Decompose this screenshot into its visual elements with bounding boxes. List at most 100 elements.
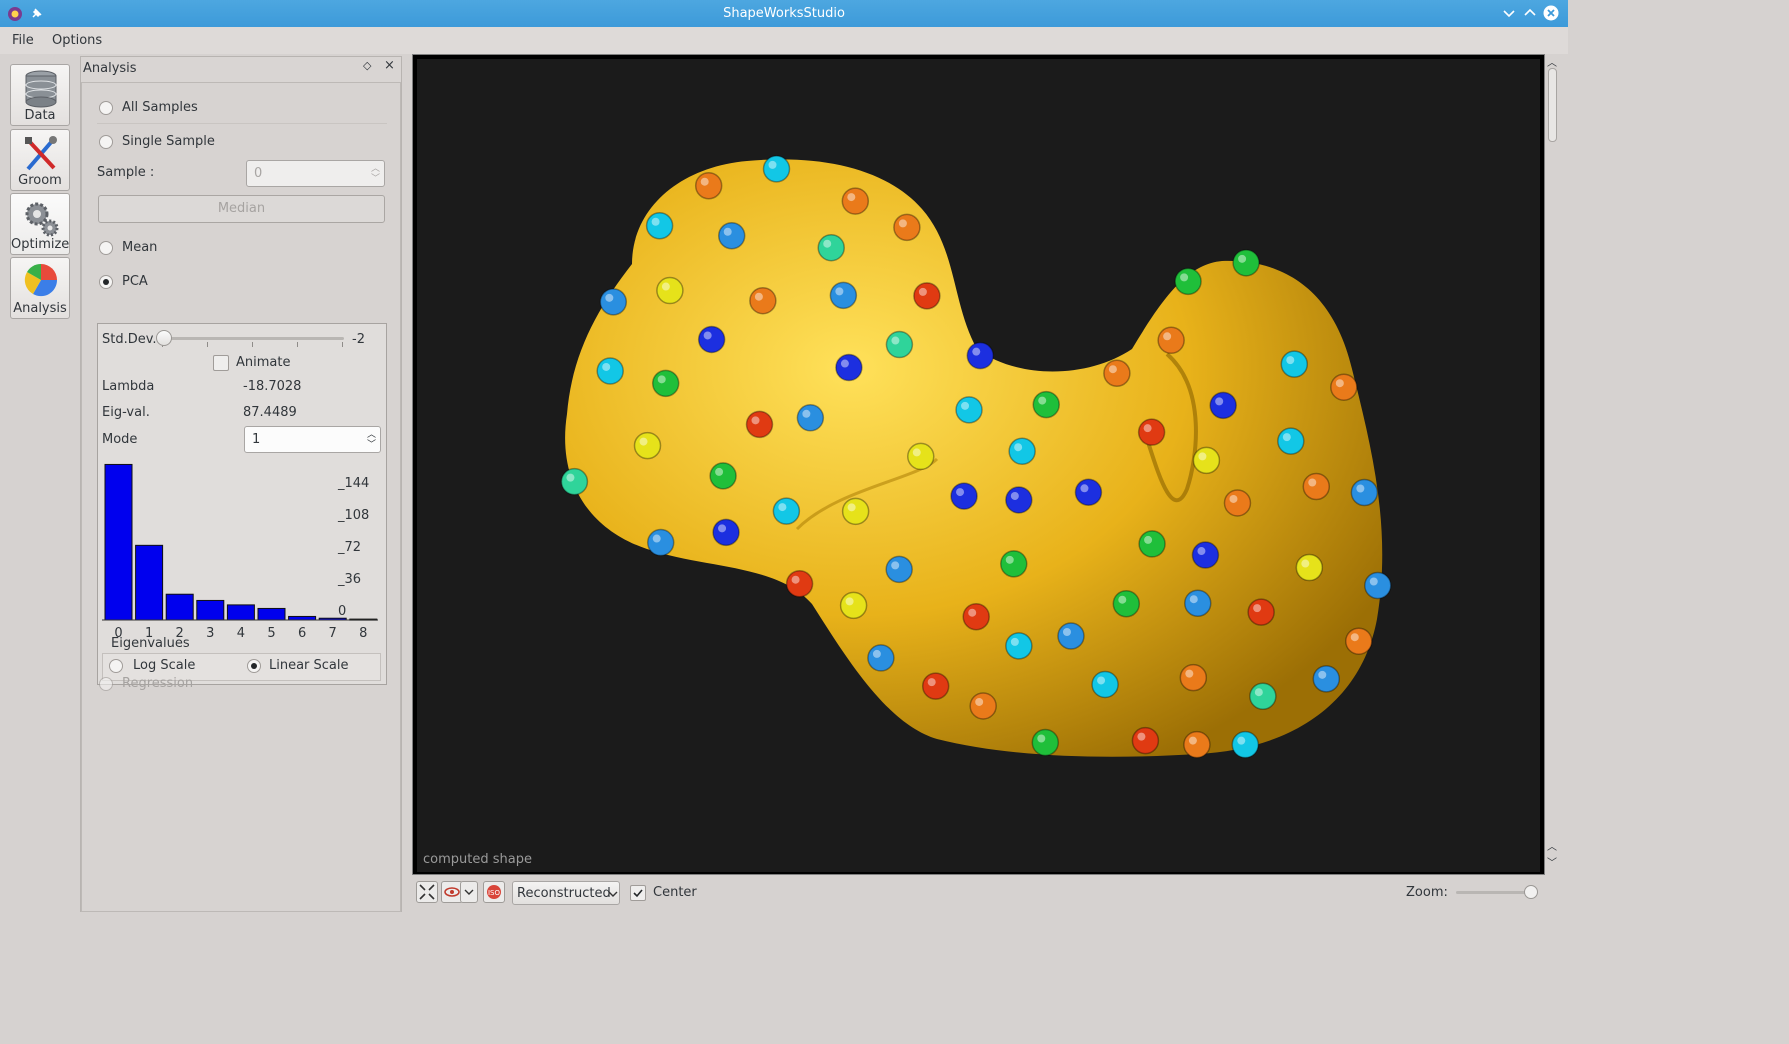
- particle-glyph: [745, 410, 774, 439]
- particle-glyph: [907, 442, 935, 471]
- dock-close-icon[interactable]: ×: [384, 58, 395, 73]
- particle-highlight: [1080, 484, 1089, 493]
- auto-view-button[interactable]: [416, 881, 438, 903]
- tool-analysis-button[interactable]: Analysis: [10, 257, 70, 319]
- mode-spinbox[interactable]: 1 ︿ ﹀: [244, 426, 381, 453]
- maximize-icon[interactable]: [1523, 6, 1537, 20]
- particle-glyph: [1295, 553, 1324, 582]
- isosurface-button[interactable]: ISO: [483, 881, 505, 903]
- particle-highlight: [961, 401, 970, 410]
- all-samples-radio[interactable]: [99, 101, 113, 115]
- dock-float-icon[interactable]: ◇: [363, 59, 371, 72]
- particle-glyph: [955, 396, 983, 424]
- mode-down-icon[interactable]: ﹀: [367, 437, 376, 450]
- gears-icon: [25, 202, 59, 237]
- viewport-frame: computed shape: [412, 54, 1545, 875]
- single-sample-label[interactable]: Single Sample: [122, 134, 215, 149]
- animate-checkbox[interactable]: [213, 355, 229, 371]
- particle-highlight: [1286, 356, 1295, 365]
- scrollbar-thumb[interactable]: [1548, 68, 1557, 142]
- particle-glyph: [950, 482, 978, 510]
- y-tick-label-0: _144: [337, 476, 369, 491]
- eigenvalue-bar-2: [165, 593, 194, 621]
- spin-down-icon[interactable]: ﹀: [371, 171, 380, 184]
- particle-highlight: [1144, 535, 1153, 544]
- tool-optimize-label: Optimize: [11, 237, 70, 252]
- single-sample-radio[interactable]: [99, 135, 113, 149]
- particle-glyph: [841, 497, 870, 526]
- particle-highlight: [751, 416, 760, 425]
- shape-surface: [565, 159, 1383, 757]
- tool-optimize-button[interactable]: Optimize: [10, 193, 70, 255]
- median-button[interactable]: Median: [98, 195, 385, 223]
- particle-highlight: [823, 239, 832, 248]
- particle-highlight: [661, 282, 670, 291]
- particle-highlight: [927, 678, 936, 687]
- particle-highlight: [847, 503, 856, 512]
- particle-highlight: [835, 287, 844, 296]
- database-icon: [25, 70, 57, 108]
- particle-glyph: [697, 325, 726, 354]
- display-mode-select[interactable]: Reconstructed: [512, 881, 620, 905]
- particle-glyph: [1174, 267, 1202, 296]
- linear-scale-label[interactable]: Linear Scale: [269, 658, 349, 673]
- shape-render[interactable]: [417, 59, 1540, 872]
- scroll-up-icon[interactable]: ︿: [1547, 54, 1557, 69]
- lambda-label: Lambda: [102, 379, 155, 394]
- animate-label[interactable]: Animate: [236, 355, 290, 370]
- particle-highlight: [652, 534, 661, 543]
- scroll-down-icon[interactable]: ﹀: [1547, 854, 1557, 869]
- linear-scale-radio[interactable]: [247, 659, 261, 673]
- mean-radio[interactable]: [99, 241, 113, 255]
- particle-highlight: [918, 287, 927, 296]
- menu-file[interactable]: File: [12, 33, 34, 48]
- svg-text:ISO: ISO: [488, 889, 501, 897]
- render-view[interactable]: computed shape: [417, 59, 1540, 872]
- title-bar: ShapeWorksStudio: [0, 0, 1568, 27]
- particle-highlight: [778, 503, 787, 512]
- log-scale-label[interactable]: Log Scale: [133, 658, 195, 673]
- stddev-slider-tick: [342, 342, 343, 347]
- menu-options[interactable]: Options: [52, 33, 102, 48]
- viewport-scrollbar[interactable]: ︿ ︿ ﹀: [1546, 54, 1560, 876]
- pca-radio[interactable]: [99, 275, 113, 289]
- regression-radio[interactable]: [99, 677, 113, 691]
- eigenvalue-chart: _144_108_72_360 012345678: [102, 463, 378, 641]
- particle-highlight: [566, 473, 575, 482]
- sample-label: Sample :: [97, 165, 155, 180]
- particle-highlight: [1301, 559, 1310, 568]
- sample-value: 0: [254, 166, 263, 181]
- particle-glyph: [1131, 726, 1160, 755]
- center-label[interactable]: Center: [653, 885, 697, 900]
- eigval-label: Eig-val.: [102, 405, 150, 420]
- particle-highlight: [1369, 577, 1378, 586]
- mean-label[interactable]: Mean: [122, 240, 157, 255]
- tool-data-button[interactable]: Data: [10, 64, 70, 126]
- pca-label[interactable]: PCA: [122, 274, 148, 289]
- stddev-slider-track[interactable]: [162, 337, 344, 340]
- x-tick-label-6: 6: [298, 626, 306, 641]
- particle-highlight: [768, 160, 777, 169]
- close-window-icon[interactable]: [1543, 5, 1559, 21]
- tool-groom-button[interactable]: Groom: [10, 129, 70, 191]
- particle-glyph: [893, 213, 921, 242]
- center-checkbox[interactable]: [630, 885, 646, 901]
- particle-highlight: [968, 608, 977, 617]
- particle-highlight: [1189, 595, 1198, 604]
- eigenvalue-bar-5: [257, 607, 286, 621]
- sample-spinbox[interactable]: 0 ︿ ﹀: [246, 160, 385, 187]
- zoom-slider-handle[interactable]: [1524, 885, 1539, 899]
- scroll-up-lower-icon[interactable]: ︿: [1547, 838, 1557, 853]
- regression-label[interactable]: Regression: [122, 676, 193, 691]
- particle-highlight: [715, 467, 724, 476]
- particle-highlight: [1005, 555, 1014, 564]
- minimize-icon[interactable]: [1502, 6, 1516, 20]
- stddev-slider-handle[interactable]: [156, 330, 172, 346]
- glyph-dropdown-button[interactable]: [460, 881, 478, 903]
- lambda-value: -18.7028: [243, 379, 302, 394]
- particle-highlight: [845, 597, 854, 606]
- particle-glyph: [817, 233, 845, 262]
- particle-glyph: [835, 353, 863, 382]
- log-scale-radio[interactable]: [109, 659, 123, 673]
- all-samples-label[interactable]: All Samples: [122, 100, 198, 115]
